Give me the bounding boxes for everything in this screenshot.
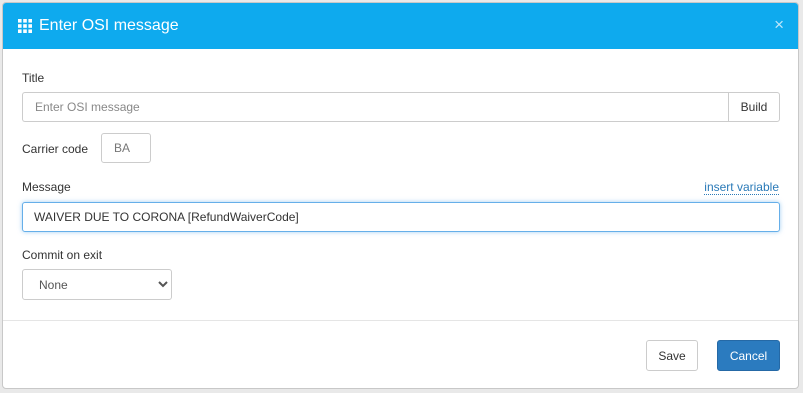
build-button[interactable]: Build bbox=[728, 92, 780, 122]
close-icon[interactable]: × bbox=[774, 15, 784, 35]
cancel-button[interactable]: Cancel bbox=[717, 340, 780, 371]
message-input[interactable] bbox=[22, 202, 780, 232]
osi-message-dialog: Enter OSI message × Title Build Carrier … bbox=[2, 2, 799, 389]
title-label: Title bbox=[22, 71, 45, 85]
dialog-title: Enter OSI message bbox=[39, 17, 179, 34]
commit-on-exit-label: Commit on exit bbox=[22, 248, 103, 262]
carrier-code-label: Carrier code bbox=[22, 142, 89, 156]
insert-variable-link[interactable]: insert variable bbox=[704, 180, 779, 195]
commit-on-exit-select[interactable]: None bbox=[22, 269, 172, 300]
footer-divider bbox=[3, 320, 798, 321]
save-button[interactable]: Save bbox=[646, 340, 698, 371]
title-input-group: Build bbox=[22, 92, 780, 122]
dialog-header: Enter OSI message × bbox=[3, 3, 798, 49]
apps-grid-icon bbox=[18, 19, 32, 33]
carrier-code-input[interactable] bbox=[101, 133, 151, 163]
title-input[interactable] bbox=[22, 92, 728, 122]
message-label: Message bbox=[22, 180, 71, 194]
